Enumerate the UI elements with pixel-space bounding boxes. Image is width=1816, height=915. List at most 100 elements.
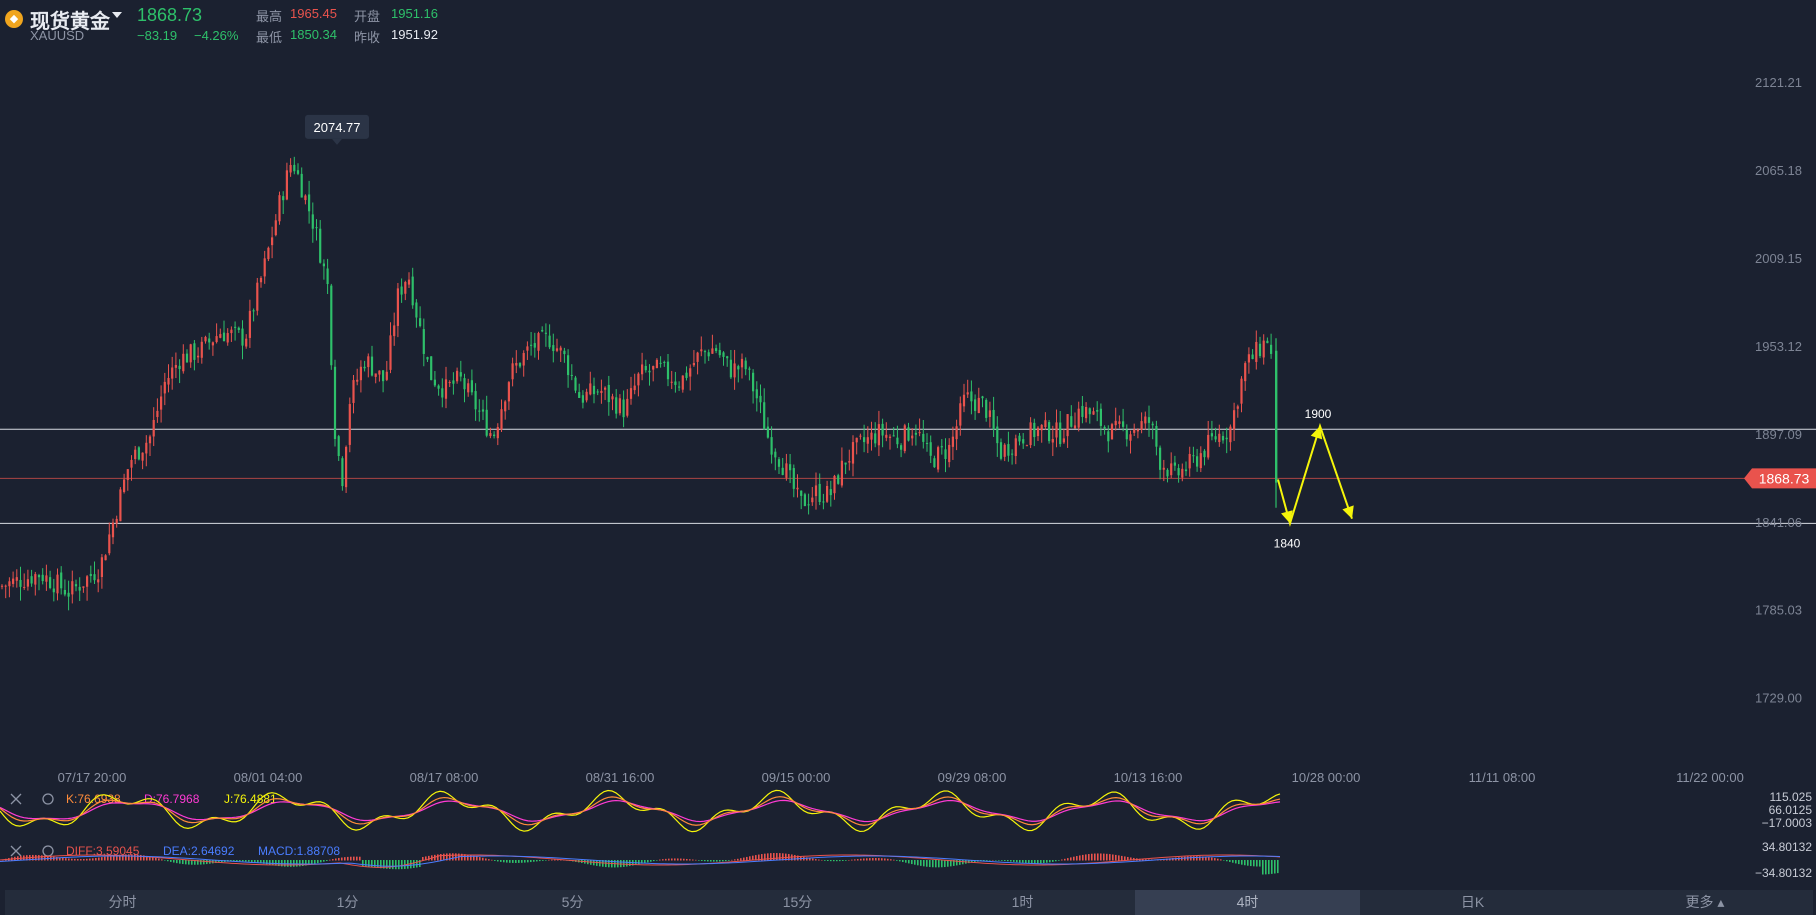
macd-bar — [1055, 860, 1057, 862]
macd-bar — [1019, 860, 1021, 863]
candle-body — [644, 366, 647, 371]
candle-body — [470, 380, 473, 393]
macd-bar — [869, 858, 871, 861]
macd-bar — [899, 860, 901, 862]
candle-body — [1247, 354, 1250, 363]
macd-bar — [242, 860, 244, 862]
candle-body — [137, 447, 140, 460]
candle-body — [533, 343, 536, 348]
candle-body — [1085, 406, 1088, 419]
candle-body — [999, 442, 1003, 459]
macd-bar — [347, 856, 349, 861]
tab-1min[interactable]: 1分 — [250, 890, 445, 915]
candle-body — [559, 347, 562, 351]
candle-body — [585, 391, 588, 401]
macd-bar — [920, 860, 922, 866]
price-chart[interactable]: 2074.77 1868.73 1840 1900 2121.21 2065.18 200… — [0, 0, 1816, 890]
candle-body — [896, 437, 899, 445]
macd-bar — [698, 860, 700, 861]
candle-body — [197, 355, 200, 358]
macd-bar — [374, 860, 376, 868]
candle-body — [914, 432, 917, 435]
macd-bar — [377, 860, 379, 868]
macd-bar — [644, 860, 646, 863]
macd-bar — [521, 860, 523, 863]
macd-bar — [623, 860, 625, 867]
candle-body — [855, 437, 858, 443]
candle-body — [681, 375, 684, 390]
candle-body — [615, 397, 618, 414]
current-price-label: 1868.73 — [1759, 470, 1810, 486]
candle-body — [1258, 343, 1262, 357]
tab-daily[interactable]: 日K — [1375, 890, 1570, 915]
macd-bar — [998, 860, 1000, 861]
tab-5min[interactable]: 5分 — [475, 890, 670, 915]
candle-body — [1255, 341, 1258, 362]
macd-bar — [746, 856, 748, 861]
candle-body — [537, 333, 540, 351]
macd-bar — [851, 859, 853, 861]
candle-body — [259, 277, 263, 283]
candle-body — [618, 398, 621, 414]
macd-bar — [848, 859, 850, 861]
macd-bar — [269, 860, 271, 865]
macd-bar — [428, 855, 430, 861]
candle-body — [604, 387, 607, 390]
candle-body — [755, 389, 758, 399]
candle-body — [415, 302, 418, 318]
candle-body — [744, 360, 747, 370]
candle-body — [167, 377, 170, 385]
candle-body — [1170, 463, 1173, 476]
candle-body — [359, 366, 362, 381]
macd-bar — [452, 853, 454, 861]
candle-body — [115, 518, 118, 524]
candle-body — [23, 586, 26, 588]
macd-bar — [332, 859, 334, 861]
macd-bar — [1253, 860, 1255, 867]
candle-body — [52, 588, 55, 593]
macd-bar — [1256, 860, 1258, 867]
candle-body — [877, 424, 880, 446]
macd-bar — [1106, 853, 1108, 861]
candle-body — [922, 433, 925, 442]
macd-bar — [650, 860, 652, 862]
macd-bar — [671, 858, 673, 861]
candle-body — [1173, 462, 1176, 466]
candle-body — [189, 344, 192, 363]
candle-body — [34, 574, 37, 585]
tab-15min[interactable]: 15分 — [700, 890, 895, 915]
macd-bar — [1229, 860, 1231, 863]
macd-bar — [74, 858, 76, 861]
candle-body — [108, 534, 111, 554]
candle-body — [100, 557, 103, 578]
tab-1h[interactable]: 1时 — [925, 890, 1120, 915]
macd-bar — [740, 858, 742, 861]
macd-bar — [476, 856, 478, 861]
candle-body — [396, 288, 399, 326]
tab-timeshare[interactable]: 分时 — [25, 890, 220, 915]
candle-body — [652, 366, 655, 370]
candle-body — [663, 361, 666, 363]
macd-bar — [905, 860, 907, 863]
candle-body — [296, 170, 300, 174]
candle-body — [363, 366, 366, 369]
candle-body — [1221, 435, 1225, 441]
candle-body — [726, 356, 729, 359]
tab-4h[interactable]: 4时 — [1135, 890, 1360, 915]
macd-bar — [878, 858, 880, 861]
macd-bar — [941, 860, 943, 868]
candle-body — [1029, 422, 1032, 446]
candle-body — [437, 385, 440, 389]
candle-body — [1210, 433, 1213, 437]
tab-more[interactable]: 更多 ▴ — [1630, 890, 1780, 915]
macd-bar — [695, 859, 697, 861]
candle-body — [1162, 467, 1165, 470]
macd-bar — [371, 860, 373, 868]
macd-bar — [653, 860, 655, 862]
macd-bar — [1232, 860, 1234, 863]
candle-body — [826, 485, 829, 502]
candle-body — [1240, 378, 1243, 404]
macd-bar — [512, 860, 514, 863]
candle-body — [141, 452, 144, 461]
candle-body — [26, 579, 29, 587]
